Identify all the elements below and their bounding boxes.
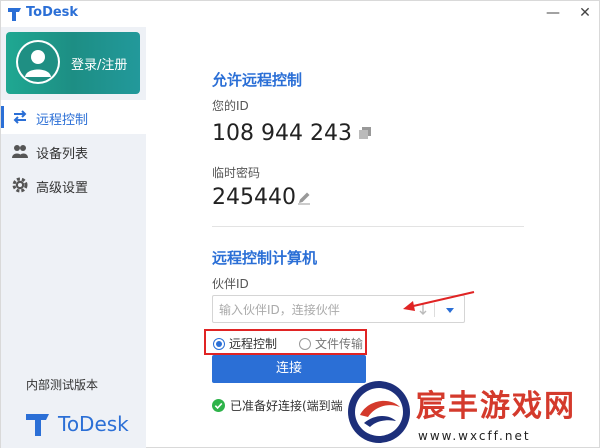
gear-icon bbox=[12, 177, 28, 193]
your-id-label: 您的ID bbox=[212, 99, 249, 113]
watermark: 宸丰游戏网 www.wxcff.net bbox=[346, 379, 600, 448]
login-register-label: 登录/注册 bbox=[71, 58, 128, 73]
close-button[interactable]: ✕ bbox=[577, 5, 593, 21]
section-divider bbox=[212, 226, 524, 227]
sidebar-item-device-list[interactable]: 设备列表 bbox=[1, 134, 146, 168]
partner-id-label: 伙伴ID bbox=[212, 277, 249, 291]
sidebar-nav: 远程控制 设备列表 高级设置 bbox=[1, 100, 146, 202]
copy-icon[interactable] bbox=[358, 126, 372, 140]
sidebar-item-label: 设备列表 bbox=[36, 147, 89, 162]
minimize-button[interactable]: — bbox=[545, 5, 561, 21]
check-circle-icon bbox=[212, 399, 225, 412]
radio-unselected-icon bbox=[299, 337, 311, 350]
login-register-button[interactable]: 登录/注册 bbox=[6, 32, 140, 94]
version-label: 内部测试版本 bbox=[26, 378, 99, 392]
sidebar-item-remote-control[interactable]: 远程控制 bbox=[1, 100, 146, 134]
brand: ToDesk bbox=[25, 409, 135, 439]
temp-password-label: 临时密码 bbox=[212, 166, 261, 180]
radio-remote-control[interactable]: 远程控制 bbox=[213, 335, 277, 352]
partner-id-input[interactable] bbox=[219, 300, 399, 320]
watermark-logo-icon bbox=[348, 381, 410, 443]
todesk-logo-icon bbox=[8, 8, 21, 21]
radio-file-transfer[interactable]: 文件传输 bbox=[299, 335, 363, 352]
device-id-value: 108 944 243 bbox=[212, 121, 352, 146]
watermark-url: www.wxcff.net bbox=[418, 429, 531, 443]
watermark-name: 宸丰游戏网 bbox=[416, 389, 576, 424]
radio-selected-icon bbox=[213, 337, 225, 350]
title-bar: ToDesk — ✕ bbox=[1, 1, 600, 27]
allow-remote-title: 允许远程控制 bbox=[212, 71, 303, 89]
avatar bbox=[16, 40, 60, 84]
status-text: 已准备好连接(端到端 bbox=[230, 399, 343, 413]
sidebar: 登录/注册 远程控制 设备列表 高级设置 内部测试版本 ToDesk bbox=[1, 27, 146, 448]
radio-remote-control-label: 远程控制 bbox=[229, 337, 278, 351]
user-avatar-icon bbox=[18, 42, 58, 82]
connection-mode-group: 远程控制 文件传输 bbox=[204, 329, 367, 355]
sidebar-item-label: 远程控制 bbox=[36, 113, 89, 128]
temp-password-value: 245440 bbox=[212, 185, 296, 210]
todesk-window: ToDesk — ✕ 登录/注册 远程控制 设备列表 高级设置 内部测试版本 T… bbox=[0, 0, 600, 448]
sidebar-item-advanced-settings[interactable]: 高级设置 bbox=[1, 168, 146, 202]
sidebar-item-label: 高级设置 bbox=[36, 181, 89, 196]
radio-file-transfer-label: 文件传输 bbox=[315, 337, 364, 351]
connection-status: 已准备好连接(端到端 bbox=[212, 397, 343, 414]
remote-control-computer-title: 远程控制计算机 bbox=[212, 249, 318, 267]
edit-pencil-icon[interactable] bbox=[297, 191, 311, 205]
connect-button[interactable]: 连接 bbox=[212, 355, 366, 383]
app-title: ToDesk bbox=[26, 5, 79, 20]
todesk-logo-icon bbox=[26, 414, 49, 436]
swap-arrows-icon bbox=[13, 110, 27, 124]
annotation-arrow-icon bbox=[403, 291, 475, 311]
brand-name: ToDesk bbox=[58, 412, 129, 436]
users-icon bbox=[12, 145, 28, 158]
